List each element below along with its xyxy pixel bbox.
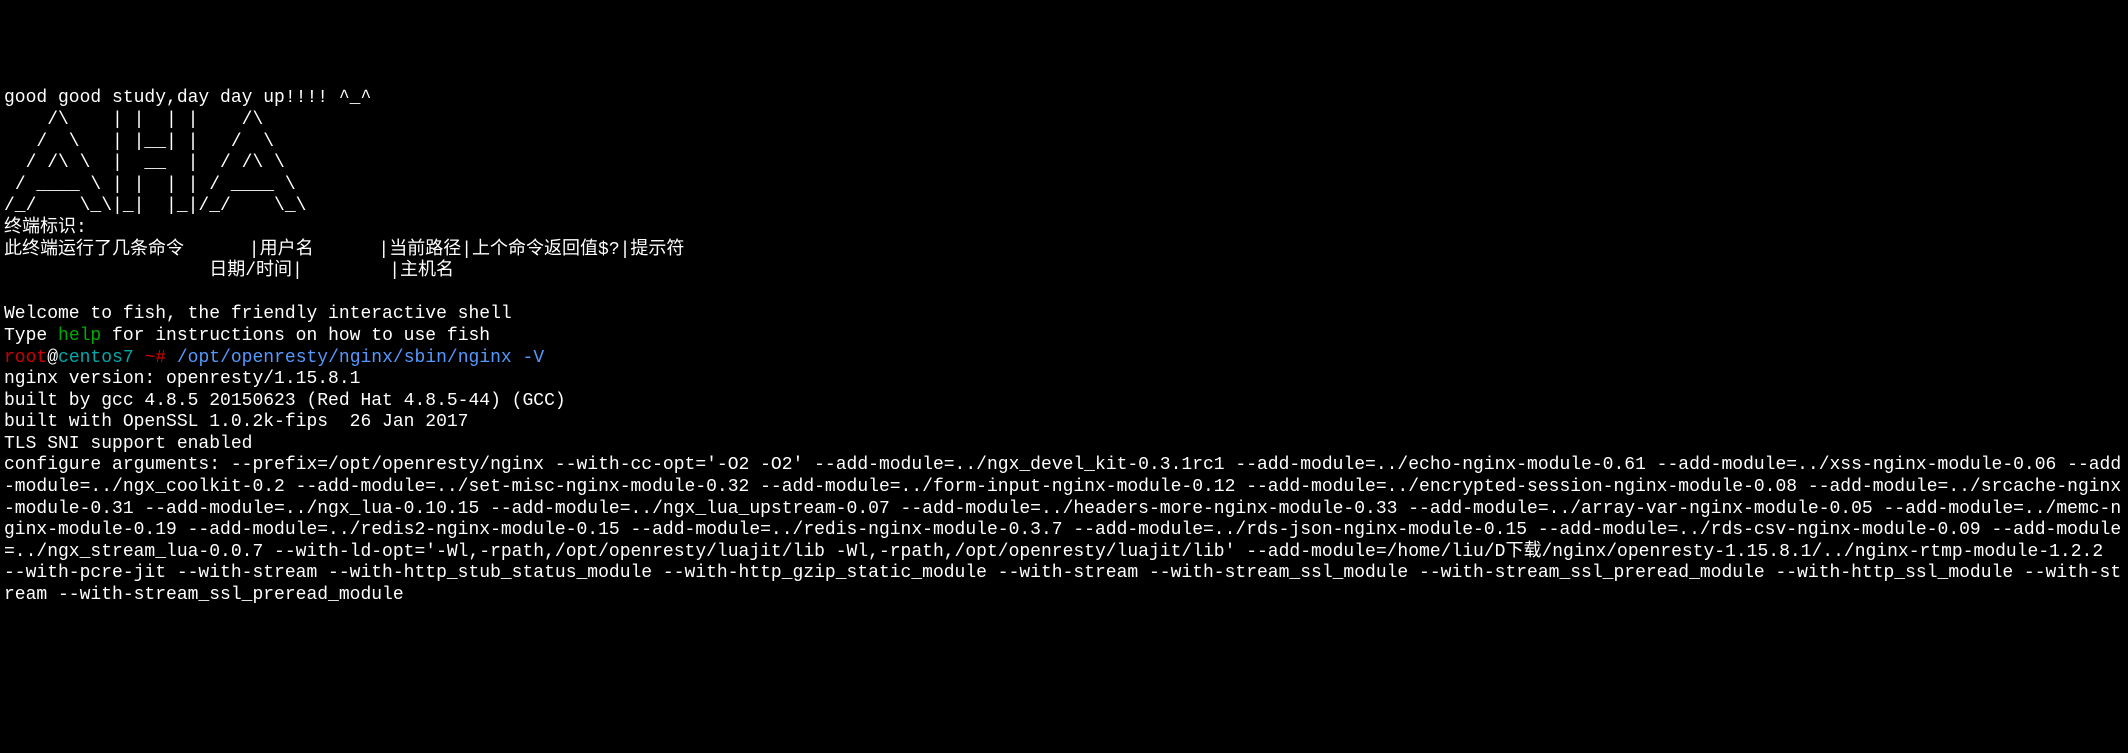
fish-welcome-line1: Welcome to fish, the friendly interactiv… xyxy=(4,304,512,324)
output-version: nginx version: openresty/1.15.8.1 xyxy=(4,369,360,389)
terminal-output[interactable]: good good study,day day up!!!! ^_^ /\ | … xyxy=(4,88,2124,606)
output-openssl: built with OpenSSL 1.0.2k-fips 26 Jan 20… xyxy=(4,412,468,432)
help-command: help xyxy=(58,326,101,346)
motd-line1: good good study,day day up!!!! ^_^ xyxy=(4,88,371,108)
output-tls: TLS SNI support enabled xyxy=(4,434,252,454)
info-line-1: 此终端运行了几条命令 |用户名 |当前路径|上个命令返回值$?|提示符 xyxy=(4,240,684,260)
prompt-command[interactable]: /opt/openresty/nginx/sbin/nginx -V xyxy=(177,348,544,368)
output-configure: configure arguments: --prefix=/opt/openr… xyxy=(4,455,2121,605)
info-line-2: 日期/时间| |主机名 xyxy=(4,261,454,281)
prompt-host: centos7 xyxy=(58,348,134,368)
fish-welcome-line2-suffix: for instructions on how to use fish xyxy=(101,326,490,346)
terminal-label: 终端标识: xyxy=(4,218,87,238)
output-built-by: built by gcc 4.8.5 20150623 (Red Hat 4.8… xyxy=(4,391,566,411)
prompt-separator: ~# xyxy=(134,348,177,368)
prompt-at: @ xyxy=(47,348,58,368)
fish-welcome-line2-prefix: Type xyxy=(4,326,58,346)
ascii-art-logo: /\ | | | | /\ / \ | |__| | / \ / /\ \ | … xyxy=(4,110,306,216)
prompt-user: root xyxy=(4,348,47,368)
